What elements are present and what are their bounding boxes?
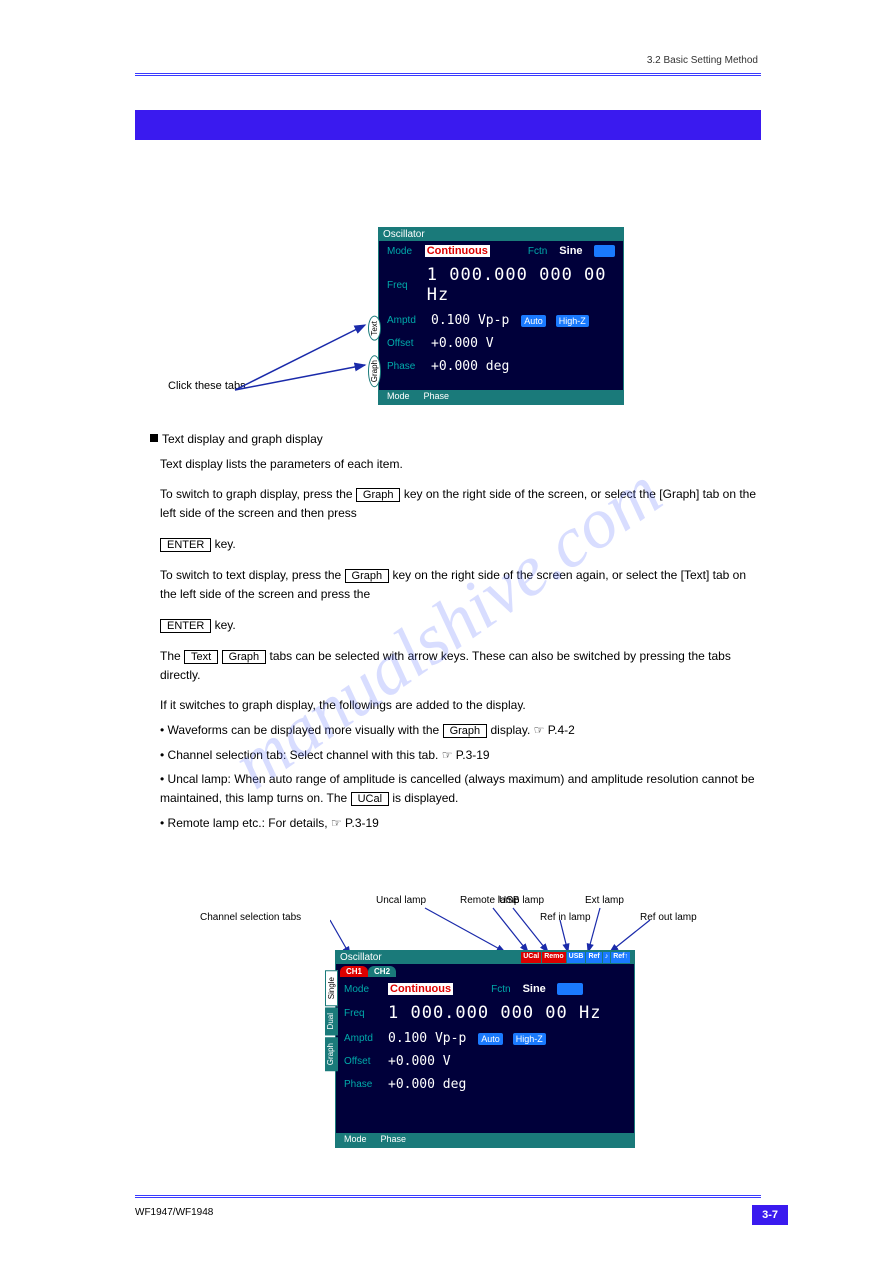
sine-wave-icon: [594, 245, 615, 257]
dev-title-2: Oscillator: [340, 952, 382, 963]
graph-tab-2[interactable]: Graph: [325, 1037, 338, 1071]
auto-badge-2: Auto: [478, 1033, 503, 1045]
status-ref: Ref: [586, 952, 601, 963]
p7b: display. ☞ P.4-2: [490, 723, 574, 737]
graph-key-4: Graph: [443, 724, 488, 738]
status-usb: USB: [567, 952, 586, 963]
fctn-value: Sine: [559, 245, 582, 257]
highz-badge-2: High-Z: [513, 1033, 546, 1045]
dev-title: Oscillator: [383, 229, 425, 240]
mode-value: Continuous: [425, 245, 490, 257]
body-text-block: Text display and graph display Text disp…: [135, 430, 758, 833]
freq-value-2: 1 000.000 000 00 Hz: [388, 1003, 601, 1023]
header-section-label: 3.2 Basic Setting Method: [647, 55, 758, 66]
freq-value: 1 000.000 000 00 Hz: [427, 265, 615, 305]
graph-key-2: Graph: [345, 569, 390, 583]
side-tabs-2: Single Dual Graph: [325, 970, 338, 1071]
fctn-label: Fctn: [528, 246, 547, 257]
freq-label-2: Freq: [344, 1008, 380, 1019]
callout-channel: Channel selection tabs: [200, 912, 301, 923]
offset-value-2: +0.000 V: [388, 1054, 451, 1069]
offset-label-2: Offset: [344, 1056, 380, 1067]
fctn-label-2: Fctn: [491, 984, 510, 995]
title-bar: [135, 110, 761, 140]
para-6: If it switches to graph display, the fol…: [160, 696, 758, 715]
phase-value: +0.000 deg: [431, 359, 509, 374]
enter-key-2: ENTER: [160, 619, 211, 633]
para-10: • Remote lamp etc.: For details, ☞ P.3-1…: [160, 814, 758, 833]
offset-value: +0.000 V: [431, 336, 494, 351]
amptd-label-2: Amptd: [344, 1033, 380, 1044]
fctn-value-2: Sine: [523, 983, 546, 995]
footer-rule: [135, 1195, 761, 1198]
phase-label-2: Phase: [344, 1079, 380, 1090]
ch1-tab[interactable]: CH1: [340, 966, 368, 977]
page-number: 3-7: [752, 1205, 788, 1225]
mode-value-2: Continuous: [388, 983, 453, 995]
amptd-value-2: 0.100 Vp-p: [388, 1031, 466, 1046]
p5a: The: [160, 649, 181, 663]
device-screenshot-1: Oscillator Mode Continuous Fctn Sine Fre…: [378, 227, 624, 405]
phase-label: Phase: [387, 361, 423, 372]
status-ucal: UCal: [521, 952, 541, 963]
header-rule: [135, 73, 761, 76]
callout-arrows-1: [165, 300, 385, 410]
p4a: To switch to text display, press the: [160, 568, 341, 582]
p4c: key.: [215, 618, 236, 632]
para-8: • Channel selection tab: Select channel …: [160, 746, 758, 765]
para-title: Text display and graph display: [162, 432, 323, 446]
dev-menu-phase: Phase: [418, 390, 456, 404]
status-remote: Remo: [542, 952, 565, 963]
status-ext: ♪: [603, 952, 611, 963]
sine-wave-icon-2: [557, 983, 583, 995]
amptd-label: Amptd: [387, 315, 423, 326]
phase-value-2: +0.000 deg: [388, 1077, 466, 1092]
para-2: Text display lists the parameters of eac…: [160, 455, 758, 474]
device-screenshot-2: Oscillator UCal Remo USB Ref ♪ Ref↑ CH1 …: [335, 950, 635, 1148]
single-tab[interactable]: Single: [325, 970, 338, 1006]
dual-tab[interactable]: Dual: [325, 1007, 338, 1035]
p3c: key.: [215, 537, 236, 551]
dev-menu-phase-2: Phase: [375, 1133, 413, 1147]
status-refout: Ref↑: [611, 952, 630, 963]
p7a: • Waveforms can be displayed more visual…: [160, 723, 439, 737]
dev-menu-mode: Mode: [381, 390, 416, 404]
bullet-icon: [150, 434, 158, 442]
p3a: To switch to graph display, press the: [160, 487, 353, 501]
enter-key-1: ENTER: [160, 538, 211, 552]
graph-key-1: Graph: [356, 488, 401, 502]
graph-key-3: Graph: [222, 650, 267, 664]
amptd-value: 0.100 Vp-p: [431, 313, 509, 328]
ch2-tab[interactable]: CH2: [368, 966, 396, 977]
p9b: is displayed.: [392, 791, 458, 805]
highz-badge: High-Z: [556, 315, 589, 327]
auto-badge: Auto: [521, 315, 546, 327]
dev-menu-mode-2: Mode: [338, 1133, 373, 1147]
offset-label: Offset: [387, 338, 423, 349]
freq-label: Freq: [387, 280, 419, 291]
ucal-key: UCal: [351, 792, 389, 806]
mode-label-2: Mode: [344, 984, 380, 995]
text-key: Text: [184, 650, 218, 664]
mode-label: Mode: [387, 246, 417, 257]
footer-model: WF1947/WF1948: [135, 1207, 213, 1218]
